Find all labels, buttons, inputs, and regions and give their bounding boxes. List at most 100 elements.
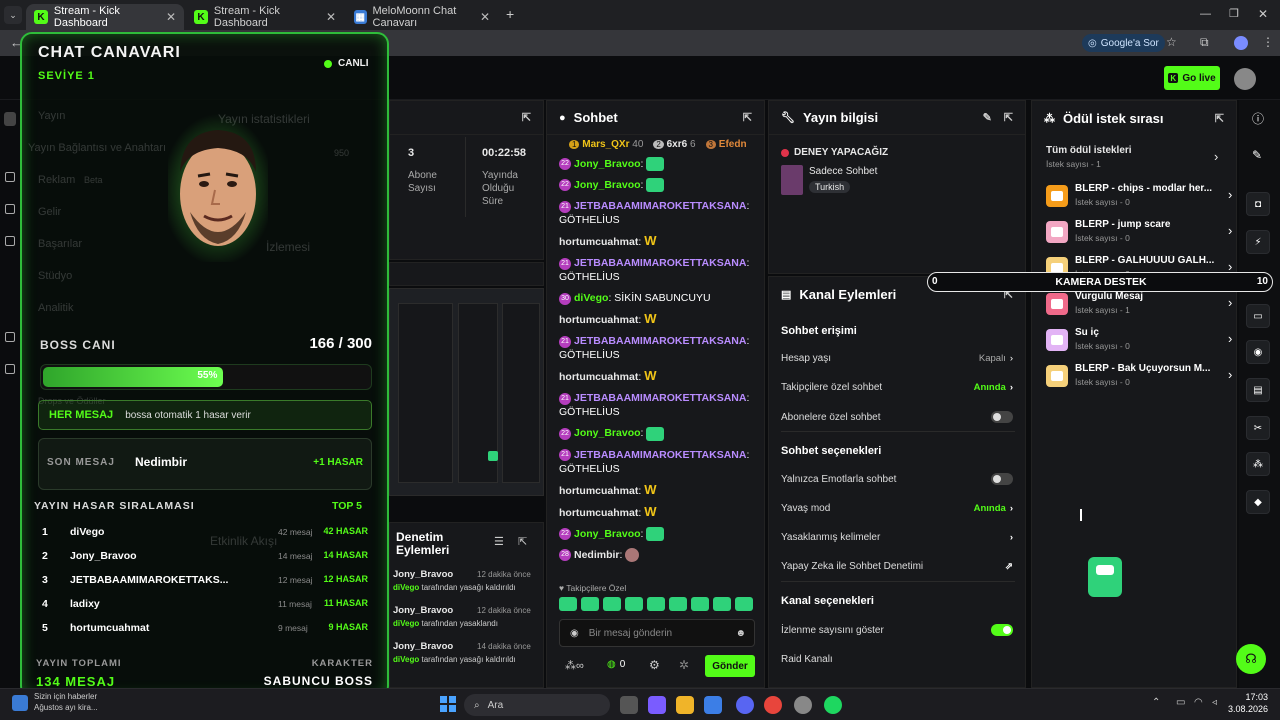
copilot-icon[interactable] [648,696,666,714]
task-view-icon[interactable] [620,696,638,714]
tab-kick-dashboard-1[interactable]: K Stream - Kick Dashboard ✕ [26,4,184,30]
obs-icon[interactable] [794,696,812,714]
chat-message[interactable]: 21 JETBABAAMIMAROKETTAKSANA: GÖTHELİUS [547,199,764,227]
setting-followers-only[interactable]: Takipçilere özel sohbet Anında › [781,382,1013,393]
emote-icon[interactable] [581,597,599,611]
browser-menu-icon[interactable]: ⋮ [1262,35,1274,49]
setting-account-age[interactable]: Hesap yaşı Kapalı › [781,353,1013,364]
gifter-2[interactable]: 2 6xr6 6 [653,139,696,150]
emote-icon[interactable] [669,597,687,611]
send-button[interactable]: Gönder [705,655,755,677]
chat-message[interactable]: 22 Jony_Bravoo: [547,426,764,441]
popout-icon[interactable]: ⇱ [518,535,527,548]
layout-icon[interactable]: ▤ [1246,378,1270,402]
chat-username[interactable]: hortumcuahmat [559,371,638,383]
taskbar-search[interactable]: ⌕ Ara [464,694,610,716]
reward-item[interactable]: Su iç İstek sayısı - 0 › [1046,325,1232,357]
rail-drops-icon[interactable] [5,364,15,374]
maximize-icon[interactable]: ❐ [1229,7,1239,20]
chat-username[interactable]: Jony_Bravoo [574,158,641,170]
chat-username[interactable]: JETBABAAMIMAROKETTAKSANA [574,200,746,212]
user-avatar[interactable] [1234,68,1256,90]
camera-icon[interactable]: ◘ [1246,192,1270,216]
extensions-icon[interactable]: ⧉ [1200,35,1209,50]
news-line-2[interactable]: Ağustos ayı kira... [34,703,98,712]
new-tab-button[interactable]: + [506,6,514,22]
chat-username[interactable]: JETBABAAMIMAROKETTAKSANA [574,257,746,269]
chat-message[interactable]: 21 JETBABAAMIMAROKETTAKSANA: GÖTHELİUS [547,256,764,284]
emote-icon[interactable] [735,597,753,611]
show-viewers-toggle[interactable] [991,624,1013,636]
emote-icon[interactable] [603,597,621,611]
stream-tag[interactable]: Turkish [809,181,851,193]
gifter-1[interactable]: 1 Mars_QXr 40 [569,139,643,150]
clock-date[interactable]: 3.08.2026 [1222,704,1268,714]
chat-message[interactable]: hortumcuahmat: W [547,369,764,384]
stream-preview[interactable] [389,288,544,496]
setting-ai-moderation[interactable]: Yapay Zeka ile Sohbet Denetimi ⇗ [781,561,1013,572]
info-icon[interactable]: ⓘ [1252,110,1264,127]
emote-icon[interactable] [625,597,643,611]
clock-time[interactable]: 17:03 [1228,692,1268,702]
bookmark-star-icon[interactable]: ☆ [1166,35,1177,49]
chat-message[interactable]: 21 JETBABAAMIMAROKETTAKSANA: GÖTHELİUS [547,391,764,419]
close-window-icon[interactable]: ✕ [1258,7,1268,21]
filter-icon[interactable]: ☰ [494,535,504,548]
chat-message[interactable]: 22 Jony_Bravoo: [547,178,764,193]
reward-item[interactable]: BLERP - Bak Uçuyorsun M... İstek sayısı -… [1046,361,1232,393]
minimize-icon[interactable]: — [1200,8,1211,20]
subs-only-toggle[interactable] [991,411,1013,423]
wifi-icon[interactable]: ◠ [1194,697,1203,708]
edit-icon[interactable]: ✎ [983,111,992,124]
chat-username[interactable]: hortumcuahmat [559,314,638,326]
chat-username[interactable]: diVego [574,292,608,304]
chat-username[interactable]: hortumcuahmat [559,485,638,497]
chat-username[interactable]: hortumcuahmat [559,236,638,248]
tools-icon[interactable]: ✂ [1246,416,1270,440]
rail-trophy-icon[interactable] [5,236,15,246]
rail-money-icon[interactable] [5,204,15,214]
chat-message[interactable]: 28 Nedimbir: [547,548,764,563]
chat-username[interactable]: JETBABAAMIMAROKETTAKSANA [574,335,746,347]
chat-input[interactable]: ◉ Bir mesaj gönderin ☻ [559,619,755,647]
news-line-1[interactable]: Sizin için haberler [34,692,97,701]
chat-username[interactable]: JETBABAAMIMAROKETTAKSANA [574,392,746,404]
popout-icon[interactable]: ⇱ [522,111,531,124]
popout-icon[interactable]: ⇱ [743,111,752,124]
mod-gear-icon[interactable]: ✲ [679,658,689,672]
rail-analytics-icon[interactable] [5,332,15,342]
points-icon[interactable]: ⁂∞ [565,659,584,672]
setting-slow-mode[interactable]: Yavaş mod Anında › [781,503,1013,514]
support-chat-button[interactable]: ☊ [1236,644,1266,674]
tab-search-button[interactable]: ⌄ [4,6,22,24]
reward-item[interactable]: BLERP - jump scare İstek sayısı - 0 › [1046,217,1232,249]
google-ask-button[interactable]: ◎ Google'a Sor [1082,34,1165,52]
setting-raid-channel[interactable]: Raid Kanalı [781,654,1013,665]
edit-pen-icon[interactable]: ✎ [1252,148,1262,162]
profile-avatar[interactable] [1234,36,1248,50]
badge-icon[interactable]: ◆ [1246,490,1270,514]
windows-start-icon[interactable] [440,696,456,712]
rewards-icon[interactable]: ⁂ [1246,452,1270,476]
chat-message[interactable]: 30 diVego: SİKİN SABUNCUYU [547,291,764,305]
emote-only-toggle[interactable] [991,473,1013,485]
chat-username[interactable]: Jony_Bravoo [574,427,641,439]
emote-icon[interactable] [559,597,577,611]
chat-username[interactable]: Jony_Bravoo [574,528,641,540]
battery-icon[interactable]: ▭ [1176,697,1185,708]
tab-close-icon[interactable]: ✕ [166,10,176,24]
lightning-icon[interactable]: ⚡︎ [1246,230,1270,254]
popout-icon[interactable]: ⇱ [1215,112,1224,125]
reward-item[interactable]: BLERP - chips - modlar her... İstek sayıs… [1046,181,1232,213]
rail-home-icon[interactable] [4,112,16,126]
popout-icon[interactable]: ⇱ [1004,111,1013,124]
chat-message[interactable]: 22 Jony_Bravoo: [547,526,764,541]
chat-username[interactable]: Nedimbir [574,549,620,561]
reward-item[interactable]: Vurgulu Mesaj İstek sayısı - 1 › [1046,289,1232,321]
chat-icon[interactable]: ▭ [1246,304,1270,328]
tab-close-icon[interactable]: ✕ [326,10,336,24]
rail-stream-icon[interactable] [5,172,15,182]
tray-chevron-icon[interactable]: ⌃ [1152,697,1160,708]
chat-message[interactable]: hortumcuahmat: W [547,234,764,249]
chat-username[interactable]: Jony_Bravoo [574,179,641,191]
